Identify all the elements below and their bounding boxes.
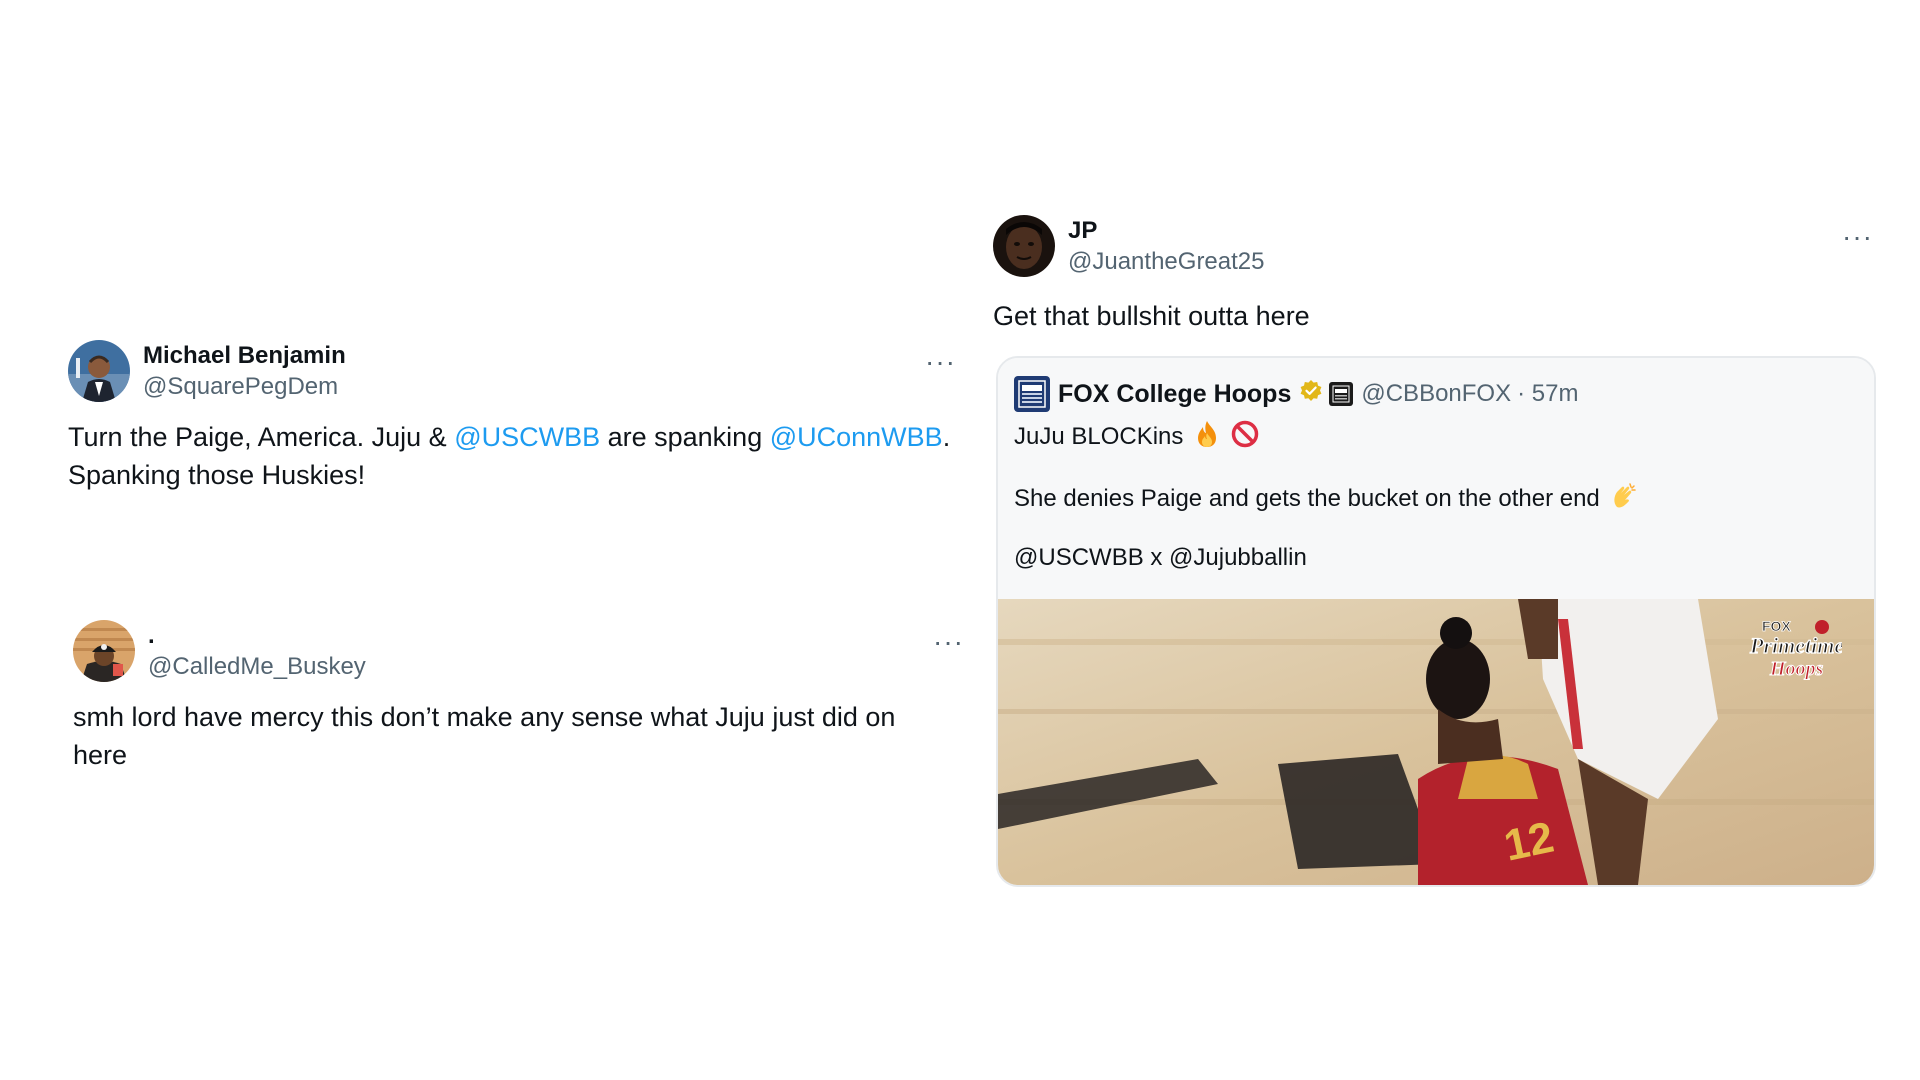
avatar[interactable] [993, 215, 1055, 277]
fox-college-hoops-avatar-icon[interactable] [1014, 376, 1050, 412]
tweet-michael-benjamin[interactable]: Michael Benjamin @SquarePegDem ··· Turn … [68, 340, 968, 494]
display-name[interactable]: . [148, 620, 366, 651]
clapping-hands-emoji-icon [1610, 482, 1638, 517]
quoted-tweet-header: FOX College Hoops @CBBonFOX · 57m JuJu B… [998, 358, 1874, 599]
tweet-text: smh lord have mercy this don’t make any … [73, 702, 896, 770]
fox-affiliate-badge-icon[interactable] [1329, 382, 1354, 406]
tweet-text: Get that bullshit outta here [993, 301, 1310, 331]
watermark-line-2: Primetime [1749, 633, 1842, 658]
verified-gold-badge-icon [1299, 379, 1323, 410]
watermark-line-1: FOX [1762, 618, 1791, 634]
display-name[interactable]: JP [1068, 215, 1265, 246]
display-name[interactable]: Michael Benjamin [143, 340, 346, 371]
user-handle[interactable]: @SquarePegDem [143, 371, 346, 402]
text-segment: are spanking [600, 422, 770, 452]
quoted-text: She denies Paige and gets the bucket on … [1014, 484, 1600, 512]
more-options-button[interactable]: ··· [1842, 223, 1873, 251]
quoted-text-line-2: She denies Paige and gets the bucket on … [1014, 482, 1638, 517]
mention-link-uscwbb[interactable]: @USCWBB [454, 422, 600, 452]
quoted-media-video-frame[interactable]: 12 FOX Primetime Hoops [998, 599, 1874, 885]
avatar[interactable] [68, 340, 130, 402]
quoted-text-line-3: @USCWBB x @Jujubballin [1014, 544, 1307, 571]
quoted-user-handle[interactable]: @CBBonFOX [1361, 380, 1511, 408]
more-options-button[interactable]: ··· [925, 348, 956, 376]
prohibited-emoji-icon [1231, 420, 1259, 455]
watermark-line-3: Hoops [1769, 658, 1824, 680]
fox-primetime-hoops-watermark: FOX Primetime Hoops [1746, 613, 1842, 683]
quoted-text: JuJu BLOCKins [1014, 422, 1184, 450]
quoted-tweet-card[interactable]: FOX College Hoops @CBBonFOX · 57m JuJu B… [996, 356, 1876, 887]
quoted-display-name[interactable]: FOX College Hoops [1058, 380, 1291, 409]
text-segment: Turn the Paige, America. Juju & [68, 422, 455, 452]
quoted-timestamp[interactable]: · 57m [1517, 380, 1578, 408]
user-handle[interactable]: @CalledMe_Buskey [148, 651, 366, 682]
quoted-text-line-1: JuJu BLOCKins [1014, 420, 1259, 455]
mention-link-uconnwbb[interactable]: @UConnWBB [770, 422, 943, 452]
avatar[interactable] [73, 620, 135, 682]
quoted-tweet-author-row: FOX College Hoops @CBBonFOX · 57m [1014, 376, 1578, 412]
more-options-button[interactable]: ··· [933, 628, 964, 656]
tweet-text: Turn the Paige, America. Juju & @USCWBB … [68, 418, 968, 494]
fire-emoji-icon [1194, 420, 1220, 455]
jersey-number: 12 [1500, 813, 1558, 871]
tweet-jp[interactable]: JP @JuantheGreat25 ··· Get that bullshit… [993, 215, 1873, 335]
tweet-calledme-buskey[interactable]: . @CalledMe_Buskey ··· smh lord have mer… [73, 620, 973, 774]
user-handle[interactable]: @JuantheGreat25 [1068, 246, 1265, 277]
